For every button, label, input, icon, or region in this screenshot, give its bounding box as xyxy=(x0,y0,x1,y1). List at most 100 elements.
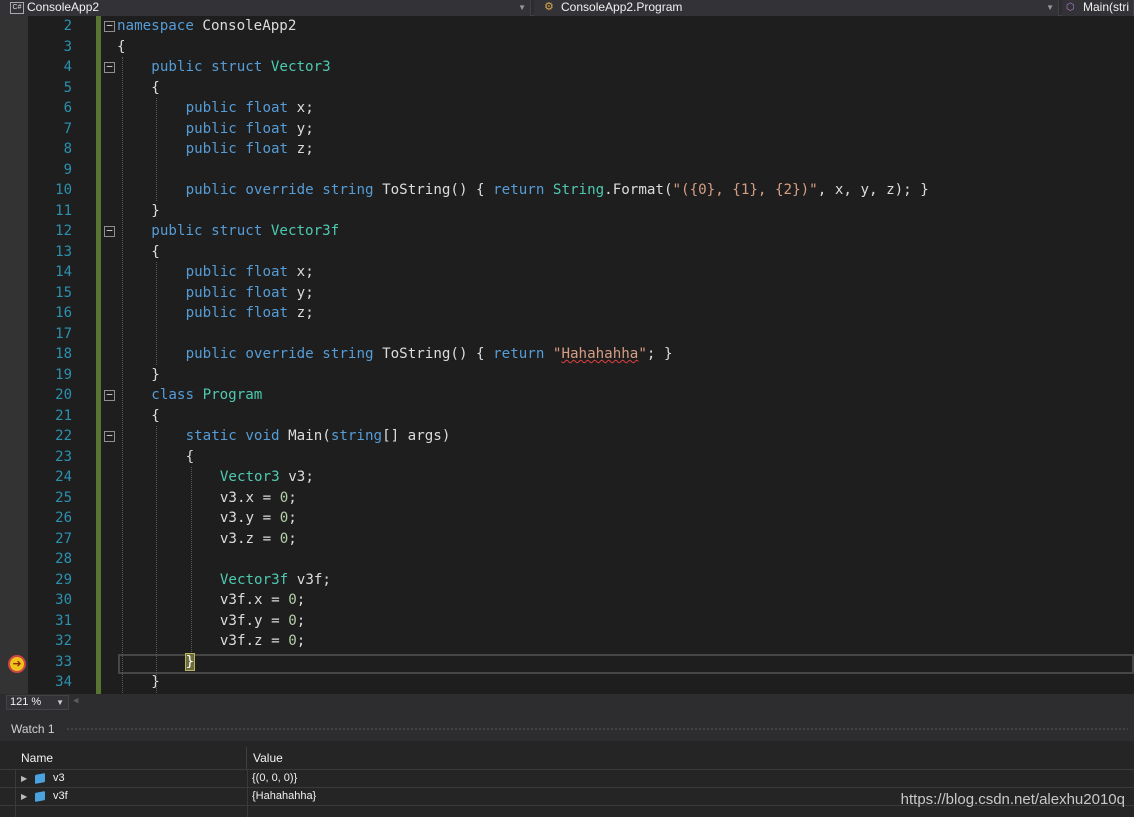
code-line[interactable]: v3f.y = 0; xyxy=(220,611,305,632)
code-token: public xyxy=(185,264,237,280)
watch-row-name[interactable]: v3 xyxy=(53,770,65,787)
matched-brace: } xyxy=(184,652,196,671)
code-editor[interactable]: ➜ 2 3 4 5 6 7 8 9 10 11 12 13 14 15 16 17 18 19 20 21 22 23 24… xyxy=(0,16,1134,694)
code-line[interactable]: v3f.x = 0; xyxy=(220,590,305,611)
code-line[interactable]: v3.y = 0; xyxy=(220,508,297,529)
code-line[interactable]: public struct Vector3 xyxy=(151,57,330,78)
code-token: v3.z = xyxy=(219,530,280,547)
code-line[interactable]: { xyxy=(186,447,195,468)
code-token: Hahahahha xyxy=(561,346,639,362)
code-token: ; xyxy=(296,633,306,649)
expand-arrow-icon[interactable]: ▶ xyxy=(21,770,27,787)
code-line[interactable]: { xyxy=(151,242,160,263)
code-token: class xyxy=(151,387,195,403)
code-token: string xyxy=(322,182,374,198)
code-token: namespace xyxy=(117,18,194,34)
line-number: 34 xyxy=(55,674,72,690)
type-name: ConsoleApp2.Program xyxy=(561,0,683,14)
code-area[interactable]: − namespace ConsoleApp2{− public struct Ve… xyxy=(102,16,1134,694)
code-token: float xyxy=(245,120,289,137)
code-line[interactable]: } xyxy=(151,365,160,386)
column-divider xyxy=(15,769,16,817)
code-line[interactable]: Vector3 v3; xyxy=(220,467,314,488)
code-token: v3f.x = xyxy=(219,592,289,608)
type-dropdown[interactable]: ⚙ ConsoleApp2.Program ▼ xyxy=(534,0,1059,16)
column-header-name[interactable]: Name xyxy=(16,747,247,769)
glyph-margin[interactable] xyxy=(0,16,28,694)
collapse-icon[interactable]: − xyxy=(104,430,115,442)
code-line[interactable]: public float x; xyxy=(186,98,314,119)
code-token: 0 xyxy=(279,510,289,526)
code-line[interactable]: Vector3f v3f; xyxy=(220,570,331,591)
expand-arrow-icon[interactable]: ▶ xyxy=(21,788,27,805)
watch-title-bar[interactable]: Watch 1 xyxy=(0,717,1134,741)
code-line[interactable]: public float y; xyxy=(186,283,314,304)
code-line[interactable]: { xyxy=(151,78,160,99)
scroll-left-icon[interactable]: ◀ xyxy=(73,696,78,706)
code-line[interactable]: v3.x = 0; xyxy=(220,488,297,509)
line-number: 23 xyxy=(55,448,72,465)
line-number: 17 xyxy=(55,325,72,342)
code-line[interactable]: namespace ConsoleApp2 xyxy=(117,16,296,37)
line-number: 26 xyxy=(55,510,72,526)
code-line[interactable]: { xyxy=(151,406,160,427)
project-dropdown[interactable]: C# ConsoleApp2 ▼ xyxy=(0,0,531,16)
line-number: 3 xyxy=(63,38,72,55)
code-line[interactable]: public float x; xyxy=(186,262,314,283)
code-line[interactable]: public float z; xyxy=(186,303,314,324)
code-line[interactable]: { xyxy=(117,37,126,58)
code-token: v3.y = xyxy=(219,510,280,526)
watch-row-name[interactable]: v3f xyxy=(53,788,68,805)
watch-window: Watch 1 Name Value ▶ v3 {(0, 0, 0)} ▶ v3… xyxy=(0,711,1134,817)
code-token: ConsoleApp2 xyxy=(202,18,297,34)
collapse-icon[interactable]: − xyxy=(104,61,115,73)
code-line[interactable]: class Program xyxy=(151,385,262,406)
watch-row-value[interactable]: {(0, 0, 0)} xyxy=(252,770,297,787)
code-token: override xyxy=(245,346,314,362)
code-line[interactable]: public override string ToString() { retu… xyxy=(186,344,673,365)
collapse-icon[interactable]: − xyxy=(104,389,115,401)
code-token: static xyxy=(185,428,237,444)
watch-row[interactable]: ▶ v3 {(0, 0, 0)} xyxy=(0,769,1134,787)
code-line[interactable]: public override string ToString() { retu… xyxy=(186,180,929,201)
watch-title: Watch 1 xyxy=(11,722,55,736)
zoom-dropdown[interactable]: 121 % ▼ xyxy=(6,695,69,710)
member-dropdown[interactable]: ⬡ Main(stri xyxy=(1062,0,1134,16)
code-line[interactable]: static void Main(string[] args) xyxy=(186,426,451,447)
code-token: "({0}, {1}, {2})" xyxy=(672,182,818,198)
execution-pointer-icon[interactable]: ➜ xyxy=(8,655,26,673)
code-token: y; xyxy=(296,284,314,301)
code-token: string xyxy=(330,428,383,444)
code-line[interactable]: public float y; xyxy=(186,119,314,140)
line-number: 22 xyxy=(55,428,72,444)
variable-icon xyxy=(35,773,45,784)
column-header-value[interactable]: Value xyxy=(248,747,1134,769)
code-token: 0 xyxy=(279,489,289,506)
code-token: public xyxy=(185,100,237,116)
watch-row-value[interactable]: {Hahahahha} xyxy=(252,788,316,805)
code-token: Vector3 xyxy=(219,469,280,485)
collapse-icon[interactable]: − xyxy=(104,20,115,32)
code-token: .Format( xyxy=(604,182,673,198)
code-line[interactable]: v3.z = 0; xyxy=(220,529,297,550)
drag-grip[interactable] xyxy=(66,727,1128,732)
code-line[interactable]: public float z; xyxy=(186,139,314,160)
csharp-project-icon: C# xyxy=(10,2,24,14)
line-number: 12 xyxy=(55,223,72,239)
code-token: float xyxy=(245,305,289,321)
code-token: string xyxy=(322,346,374,362)
code-token: x; xyxy=(296,100,314,116)
collapse-icon[interactable]: − xyxy=(104,225,115,237)
line-number: 20 xyxy=(55,387,72,403)
code-token: String xyxy=(552,182,605,198)
code-token: ; xyxy=(296,592,306,608)
code-line[interactable]: } xyxy=(184,652,196,673)
code-line[interactable]: } xyxy=(151,201,160,222)
code-line[interactable]: v3f.z = 0; xyxy=(220,631,305,652)
indent-guide xyxy=(156,426,158,693)
code-line[interactable]: public struct Vector3f xyxy=(151,221,339,242)
column-divider[interactable] xyxy=(247,769,248,817)
line-number: 33 xyxy=(55,653,72,670)
